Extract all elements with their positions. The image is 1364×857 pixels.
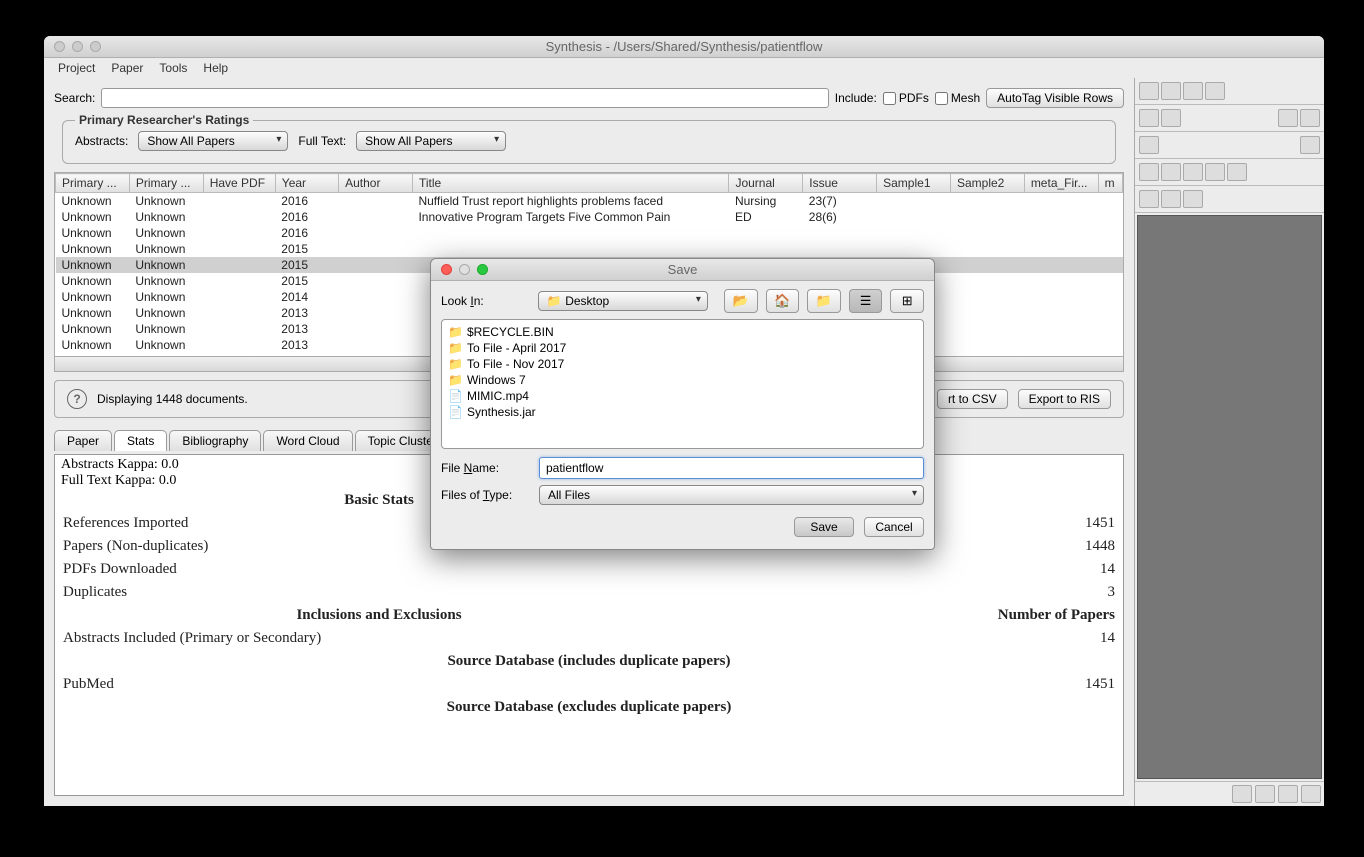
fulltext-select[interactable]: Show All Papers	[356, 131, 506, 151]
folder-icon	[448, 341, 463, 355]
list-view-icon[interactable]: ☰	[849, 289, 883, 313]
column-header[interactable]: Sample2	[950, 174, 1024, 193]
table-row[interactable]: UnknownUnknown2015	[56, 241, 1123, 257]
column-header[interactable]: Sample1	[877, 174, 951, 193]
search-label: Search:	[54, 91, 95, 105]
nav-first-icon[interactable]	[1139, 109, 1159, 127]
print-icon[interactable]	[1161, 82, 1181, 100]
column-header[interactable]: Issue	[803, 174, 877, 193]
mesh-checkbox[interactable]	[935, 92, 948, 105]
save-button[interactable]: Save	[794, 517, 854, 537]
autotag-button[interactable]: AutoTag Visible Rows	[986, 88, 1124, 108]
new-folder-icon[interactable]: 📁	[807, 289, 841, 313]
tab-word-cloud[interactable]: Word Cloud	[263, 430, 352, 451]
export-ris-button[interactable]: Export to RIS	[1018, 389, 1111, 409]
attachment-icon[interactable]	[1301, 785, 1321, 803]
file-item[interactable]: Synthesis.jar	[446, 404, 919, 420]
filename-label: File Name:	[441, 461, 531, 475]
nav-down-icon[interactable]	[1278, 109, 1298, 127]
undo-icon[interactable]	[1139, 163, 1159, 181]
tab-paper[interactable]: Paper	[54, 430, 112, 451]
column-header[interactable]: Primary ...	[56, 174, 130, 193]
column-header[interactable]: Primary ...	[129, 174, 203, 193]
tab-stats[interactable]: Stats	[114, 430, 167, 451]
paste-icon[interactable]	[1205, 82, 1225, 100]
ratings-legend: Primary Researcher's Ratings	[75, 113, 253, 127]
zoom-in-icon[interactable]	[1300, 136, 1320, 154]
folder-icon	[448, 373, 463, 387]
rotate-left-icon[interactable]	[1183, 163, 1203, 181]
file-item[interactable]: To File - Nov 2017	[446, 356, 919, 372]
bookmark-icon[interactable]	[1255, 785, 1275, 803]
folder-icon	[448, 325, 463, 339]
side-toolbar	[1135, 78, 1324, 105]
menubar: Project Paper Tools Help	[44, 58, 1324, 78]
file-item[interactable]: MIMIC.mp4	[446, 388, 919, 404]
menu-project[interactable]: Project	[52, 59, 101, 77]
page-icon[interactable]	[1232, 785, 1252, 803]
abstracts-label: Abstracts:	[75, 134, 128, 148]
search-bar: Search: Include: PDFs Mesh AutoTag Visib…	[50, 84, 1128, 112]
window-title: Synthesis - /Users/Shared/Synthesis/pati…	[44, 39, 1324, 54]
zoom-out-icon[interactable]	[1139, 136, 1159, 154]
file-list[interactable]: $RECYCLE.BINTo File - April 2017To File …	[441, 319, 924, 449]
include-label: Include:	[835, 91, 877, 105]
column-header[interactable]: Journal	[729, 174, 803, 193]
help-icon[interactable]: ?	[67, 389, 87, 409]
cancel-button[interactable]: Cancel	[864, 517, 924, 537]
copy-icon[interactable]	[1183, 82, 1203, 100]
fulltext-label: Full Text:	[298, 134, 346, 148]
inclusions-header: Inclusions and Exclusions	[57, 604, 701, 627]
view-facing-icon[interactable]	[1183, 190, 1203, 208]
refresh-icon[interactable]	[1227, 163, 1247, 181]
nav-last-icon[interactable]	[1300, 109, 1320, 127]
column-header[interactable]: Have PDF	[203, 174, 275, 193]
column-header[interactable]: Year	[275, 174, 338, 193]
file-item[interactable]: $RECYCLE.BIN	[446, 324, 919, 340]
menu-help[interactable]: Help	[197, 59, 234, 77]
up-folder-icon[interactable]: 📂	[724, 289, 758, 313]
side-panel	[1134, 78, 1324, 806]
file-icon	[448, 389, 463, 403]
ratings-fieldset: Primary Researcher's Ratings Abstracts: …	[62, 120, 1116, 164]
file-item[interactable]: To File - April 2017	[446, 340, 919, 356]
abstracts-select[interactable]: Show All Papers	[138, 131, 288, 151]
filetype-label: Files of Type:	[441, 488, 531, 502]
file-icon	[448, 405, 463, 419]
export-csv-button[interactable]: rt to CSV	[937, 389, 1008, 409]
pdf-preview	[1137, 215, 1322, 779]
thumbnail-icon[interactable]	[1278, 785, 1298, 803]
save-icon[interactable]	[1139, 82, 1159, 100]
source-db-dup-header: Source Database (includes duplicate pape…	[57, 650, 1121, 673]
menu-paper[interactable]: Paper	[105, 59, 149, 77]
redo-icon[interactable]	[1161, 163, 1181, 181]
titlebar: Synthesis - /Users/Shared/Synthesis/pati…	[44, 36, 1324, 58]
lookin-select[interactable]: 📁 Desktop	[538, 291, 708, 311]
search-input[interactable]	[101, 88, 828, 108]
rotate-right-icon[interactable]	[1205, 163, 1225, 181]
filetype-select[interactable]: All Files	[539, 485, 924, 505]
view-continuous-icon[interactable]	[1161, 190, 1181, 208]
menu-tools[interactable]: Tools	[153, 59, 193, 77]
table-row[interactable]: UnknownUnknown2016Innovative Program Tar…	[56, 209, 1123, 225]
source-db-nodup-header: Source Database (excludes duplicate pape…	[57, 696, 1121, 719]
lookin-label: Look In:	[441, 294, 530, 308]
dialog-title: Save	[431, 262, 934, 277]
view-single-icon[interactable]	[1139, 190, 1159, 208]
nav-up-icon[interactable]	[1161, 109, 1181, 127]
column-header[interactable]: Title	[412, 174, 729, 193]
table-row[interactable]: UnknownUnknown2016	[56, 225, 1123, 241]
details-view-icon[interactable]: ⊞	[890, 289, 924, 313]
home-icon[interactable]: 🏠	[766, 289, 800, 313]
filename-input[interactable]	[539, 457, 924, 479]
folder-icon	[448, 357, 463, 371]
table-row[interactable]: UnknownUnknown2016Nuffield Trust report …	[56, 193, 1123, 210]
column-header[interactable]: m	[1098, 174, 1122, 193]
file-item[interactable]: Windows 7	[446, 372, 919, 388]
tab-bibliography[interactable]: Bibliography	[169, 430, 261, 451]
column-header[interactable]: meta_Fir...	[1024, 174, 1098, 193]
pdfs-checkbox[interactable]	[883, 92, 896, 105]
column-header[interactable]: Author	[339, 174, 413, 193]
save-dialog: Save Look In: 📁 Desktop 📂 🏠 📁 ☰ ⊞ $RECYC…	[430, 258, 935, 550]
